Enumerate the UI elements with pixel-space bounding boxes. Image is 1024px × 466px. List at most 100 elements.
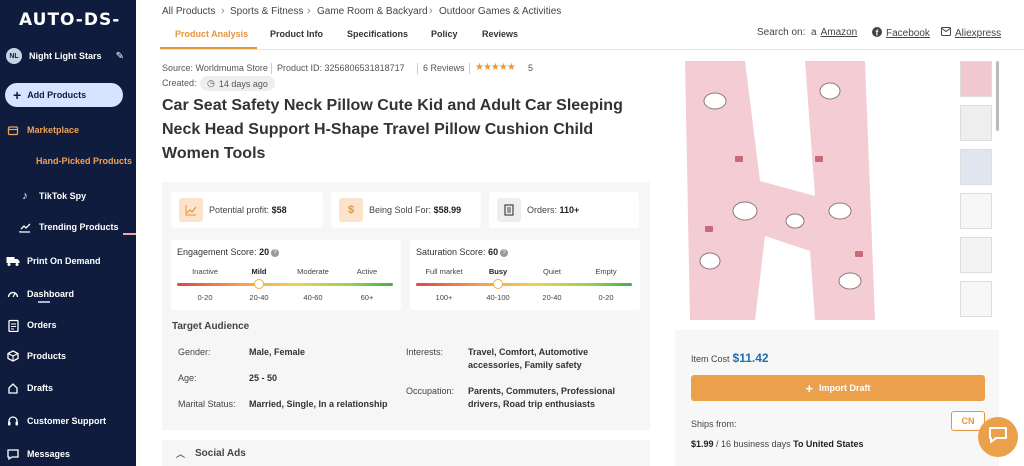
thumbnail[interactable]	[960, 193, 992, 229]
breadcrumb-item[interactable]: Outdoor Games & Activities	[439, 6, 561, 17]
autods-logo[interactable]: AUTO-DS-	[19, 10, 120, 30]
sidebar-item-customer-support[interactable]: Customer Support	[6, 414, 106, 428]
sidebar-item-marketplace[interactable]: Marketplace	[6, 123, 79, 137]
sidebar-item-label: TikTok Spy	[39, 191, 87, 201]
sidebar-item-print-on-demand[interactable]: Print On Demand	[6, 254, 101, 268]
level-label: Busy	[488, 267, 508, 276]
help-icon[interactable]: ?	[500, 248, 509, 257]
level-label: Empty	[595, 267, 617, 276]
divider	[271, 63, 272, 74]
created-badge: ◷ 14 days ago	[200, 76, 275, 91]
gender-value: Male, Female	[249, 347, 306, 357]
sidebar-item-messages[interactable]: Messages	[6, 447, 70, 461]
tab-specifications[interactable]: Specifications	[347, 29, 408, 39]
store-icon	[6, 123, 20, 137]
clock-icon: ◷	[207, 78, 215, 88]
thumbnail[interactable]	[960, 149, 992, 185]
item-cost-label: Item Cost	[691, 354, 730, 364]
drafts-icon	[6, 381, 20, 395]
saturation-score-card: Saturation Score: 60? Full market Busy Q…	[410, 240, 640, 310]
box-icon	[6, 349, 20, 363]
main-content: All Products › Sports & Fitness › Game R…	[136, 0, 1024, 466]
shipping-price: $1.99	[691, 439, 714, 449]
range-label: 40-60	[303, 293, 323, 302]
social-ads-section[interactable]: ︿ Social Ads	[162, 440, 650, 466]
sidebar-item-label: Products	[27, 351, 67, 361]
sidebar-item-label: Drafts	[27, 383, 54, 393]
search-aliexpress-link[interactable]: Aliexpress	[941, 27, 1001, 39]
chat-bubble-icon	[988, 426, 1008, 449]
help-icon[interactable]: ?	[271, 248, 280, 257]
level-label: Quiet	[543, 267, 561, 276]
svg-text:f: f	[876, 28, 879, 37]
sidebar-item-tiktok-spy[interactable]: ♪ TikTok Spy	[18, 189, 86, 203]
divider	[417, 63, 418, 74]
shipping-destination: To United States	[793, 439, 864, 449]
search-facebook-link[interactable]: f Facebook	[872, 27, 930, 40]
live-chat-button[interactable]	[978, 417, 1018, 457]
social-ads-label: Social Ads	[195, 447, 246, 459]
sidebar-item-dashboard[interactable]: Dashboard	[6, 287, 74, 301]
sidebar-item-trending[interactable]: Trending Products	[18, 220, 119, 234]
avatar: NL	[6, 48, 22, 64]
thumbnail[interactable]	[960, 237, 992, 273]
engagement-title: Engagement Score: 20?	[177, 247, 280, 257]
tab-product-info[interactable]: Product Info	[270, 29, 323, 39]
user-profile[interactable]: NL Night Light Stars ✎	[6, 48, 130, 64]
saturation-marker	[493, 279, 503, 289]
scroll-marker	[123, 233, 136, 235]
profit-label: Potential profit:	[209, 205, 270, 215]
tab-policy[interactable]: Policy	[431, 29, 458, 39]
range-label: 40-100	[486, 293, 510, 302]
chat-icon	[6, 447, 20, 461]
sidebar-item-drafts[interactable]: Drafts	[6, 381, 53, 395]
plus-icon: +	[13, 87, 22, 103]
sidebar-item-label: Print On Demand	[27, 256, 101, 266]
aliexpress-icon	[941, 27, 951, 39]
receipt-icon	[497, 198, 521, 222]
thumbnail-scrollbar[interactable]	[996, 61, 999, 131]
tab-reviews[interactable]: Reviews	[482, 29, 518, 39]
search-amazon-link[interactable]: a Amazon	[811, 27, 857, 38]
thumbnail[interactable]	[960, 105, 992, 141]
thumbnail[interactable]	[960, 61, 992, 97]
sidebar-item-hand-picked[interactable]: Hand-Picked Products	[36, 156, 132, 166]
sidebar-item-orders[interactable]: Orders	[6, 318, 57, 332]
product-image[interactable]	[675, 61, 928, 320]
thumbnail[interactable]	[960, 281, 992, 317]
aliexpress-label: Aliexpress	[955, 27, 1002, 39]
edit-icon[interactable]: ✎	[116, 51, 124, 62]
sidebar-item-label: Orders	[27, 320, 57, 330]
orders-value: 110+	[559, 205, 580, 215]
shipping-info: $1.99 / 16 business days To United State…	[691, 439, 863, 449]
breadcrumb-item[interactable]: Game Room & Backyard	[317, 6, 428, 17]
sidebar-item-products[interactable]: Products	[6, 349, 66, 363]
active-indicator	[38, 301, 50, 303]
breadcrumb-item[interactable]: All Products	[162, 6, 215, 17]
orders-label: Orders:	[527, 205, 558, 215]
facebook-icon: f	[872, 27, 882, 40]
import-draft-label: Import Draft	[819, 383, 871, 393]
review-count[interactable]: 6 Reviews	[423, 63, 465, 73]
range-label: 0-20	[197, 293, 213, 302]
star-rating-icon: ★★★★★	[475, 62, 516, 73]
tab-product-analysis[interactable]: Product Analysis	[175, 29, 248, 39]
search-on-label: Search on:	[757, 27, 806, 38]
sidebar: AUTO-DS- NL Night Light Stars ✎ + Add Pr…	[0, 0, 136, 466]
created-label: Created:	[162, 78, 197, 88]
add-products-button[interactable]: + Add Products	[5, 83, 123, 107]
interests-label: Interests:	[406, 347, 444, 357]
sold-label: Being Sold For:	[369, 205, 432, 215]
level-label: Full market	[425, 267, 463, 276]
import-draft-button[interactable]: + Import Draft	[691, 375, 985, 401]
engagement-value: 20	[259, 247, 270, 257]
add-products-label: Add Products	[27, 90, 87, 100]
sidebar-item-label: Hand-Picked Products	[36, 156, 133, 166]
age-label: Age:	[178, 373, 197, 383]
item-cost: Item Cost $11.42	[691, 351, 769, 365]
product-id: Product ID: 3256806531818717	[277, 63, 405, 73]
breadcrumb-item[interactable]: Sports & Fitness	[230, 6, 303, 17]
store-name: Night Light Stars	[29, 51, 102, 61]
range-label: 100+	[435, 293, 453, 302]
amazon-icon: a	[811, 27, 817, 38]
